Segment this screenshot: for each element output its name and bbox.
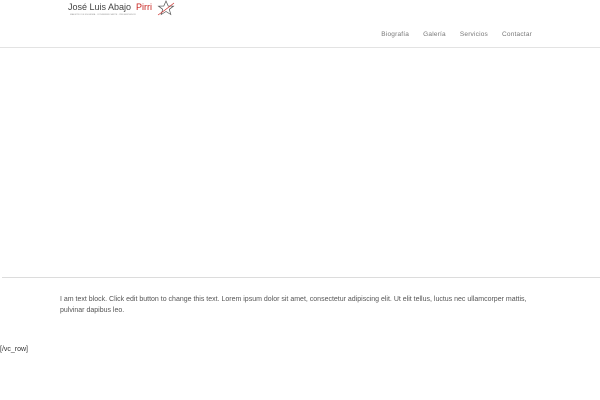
main-nav: Biografía Galería Servicios Contactar xyxy=(381,30,532,40)
logo-accent-text: Pirri xyxy=(136,2,152,12)
star-icon xyxy=(157,0,175,16)
text-block: I am text block. Click edit button to ch… xyxy=(60,296,527,314)
logo-name-text: José Luis Abajo xyxy=(68,2,131,12)
page: José Luis Abajo Pirri MAESTRO DE ESGRIMA… xyxy=(0,0,600,400)
shortcode-text: [/vc_row] xyxy=(0,346,29,353)
section-divider xyxy=(2,277,600,278)
nav-item-servicios[interactable]: Servicios xyxy=(460,30,488,40)
site-header: José Luis Abajo Pirri MAESTRO DE ESGRIMA… xyxy=(0,0,600,48)
site-logo[interactable]: José Luis Abajo Pirri MAESTRO DE ESGRIMA… xyxy=(66,0,178,18)
nav-item-galeria[interactable]: Galería xyxy=(423,30,446,40)
nav-item-biografia[interactable]: Biografía xyxy=(381,30,409,40)
logo-tagline: MAESTRO DE ESGRIMA · CONFERENCIANTE · PR… xyxy=(70,13,136,16)
nav-item-contactar[interactable]: Contactar xyxy=(502,30,532,40)
